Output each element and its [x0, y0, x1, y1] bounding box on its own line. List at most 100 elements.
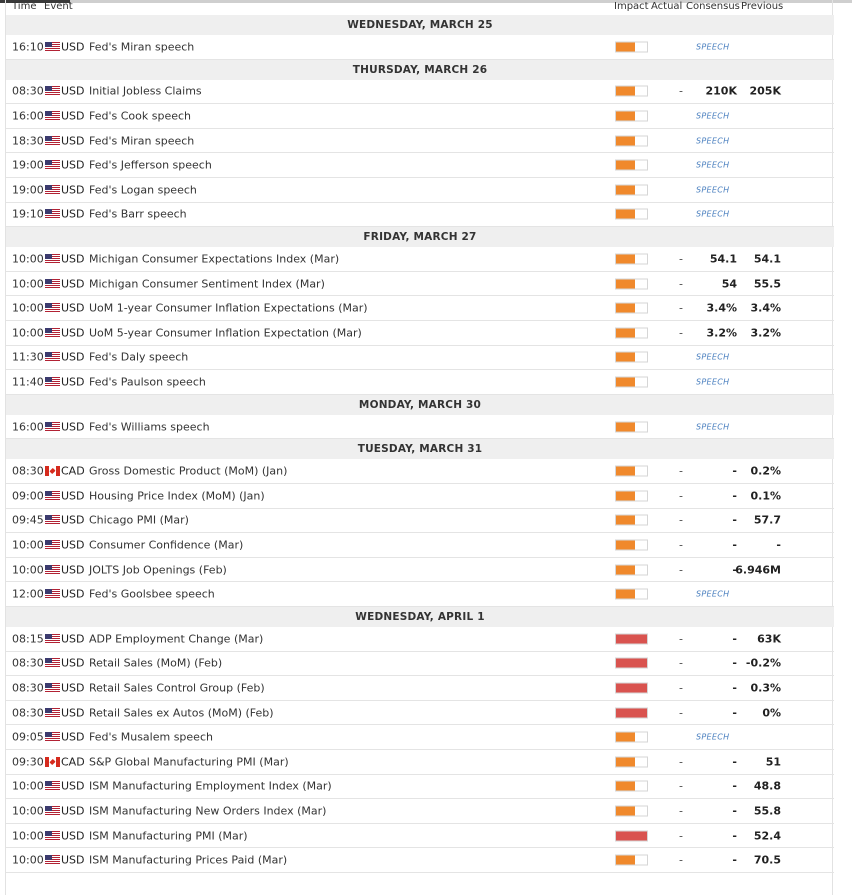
event-row[interactable]: 08:30 CAD Gross Domestic Product (MoM) (Ja… — [6, 459, 834, 484]
event-row[interactable]: 10:00 USD UoM 1-year Consumer Inflation Ex… — [6, 296, 834, 321]
event-name[interactable]: S&P Global Manufacturing PMI (Mar) — [89, 755, 289, 768]
event-name[interactable]: Michigan Consumer Sentiment Index (Mar) — [89, 277, 325, 290]
event-name[interactable]: Fed's Daly speech — [89, 351, 188, 364]
impact-bar-fill — [616, 279, 635, 289]
consensus-value: - — [732, 656, 737, 670]
event-name[interactable]: Fed's Williams speech — [89, 420, 210, 433]
day-header: MONDAY, MARCH 30 — [6, 394, 834, 415]
event-name[interactable]: Fed's Barr speech — [89, 208, 187, 221]
event-name[interactable]: Michigan Consumer Expectations Index (Ma… — [89, 252, 339, 265]
maple-leaf-icon — [49, 468, 56, 475]
event-row[interactable]: 09:45 USD Chicago PMI (Mar) - - 57.7 — [6, 509, 834, 534]
event-name[interactable]: Initial Jobless Claims — [89, 85, 202, 98]
event-name[interactable]: Fed's Miran speech — [89, 40, 194, 53]
header-event[interactable]: Event — [44, 1, 73, 12]
event-time: 10:00 — [12, 277, 44, 291]
event-row[interactable]: 18:30 USD Fed's Miran speech SPEECH — [6, 129, 834, 154]
event-row[interactable]: 08:30 USD Retail Sales Control Group (Feb)… — [6, 676, 834, 701]
consensus-value: 54.1 — [709, 252, 737, 266]
event-name[interactable]: Retail Sales ex Autos (MoM) (Feb) — [89, 706, 274, 719]
header-previous[interactable]: Previous — [741, 1, 783, 12]
impact-bar — [615, 184, 648, 196]
event-row[interactable]: 09:05 USD Fed's Musalem speech SPEECH — [6, 725, 834, 750]
event-row[interactable]: 19:00 USD Fed's Logan speech SPEECH — [6, 178, 834, 203]
currency-code: USD — [61, 513, 85, 527]
event-row[interactable]: 10:00 USD UoM 5-year Consumer Inflation Ex… — [6, 321, 834, 346]
event-row[interactable]: 10:00 USD ISM Manufacturing Employment Ind… — [6, 775, 834, 800]
header-impact[interactable]: Impact — [614, 1, 649, 12]
event-name[interactable]: UoM 1-year Consumer Inflation Expectatio… — [89, 302, 368, 315]
event-name[interactable]: Consumer Confidence (Mar) — [89, 538, 243, 551]
event-name[interactable]: Gross Domestic Product (MoM) (Jan) — [89, 465, 287, 478]
event-name[interactable]: Retail Sales (MoM) (Feb) — [89, 657, 222, 670]
event-name[interactable]: ISM Manufacturing Employment Index (Mar) — [89, 780, 332, 793]
event-row[interactable]: 10:00 USD Michigan Consumer Sentiment Inde… — [6, 272, 834, 297]
event-row[interactable]: 08:30 USD Retail Sales ex Autos (MoM) (Feb… — [6, 701, 834, 726]
header-consensus[interactable]: Consensus — [686, 1, 740, 12]
event-time: 09:30 — [12, 755, 44, 769]
event-row[interactable]: 10:00 USD ISM Manufacturing Prices Paid (M… — [6, 848, 834, 873]
speech-tag: SPEECH — [696, 209, 730, 219]
impact-bar-fill — [616, 303, 635, 313]
impact-bar — [615, 588, 648, 600]
event-name[interactable]: ISM Manufacturing New Orders Index (Mar) — [89, 804, 326, 817]
actual-value: - — [679, 632, 683, 646]
event-row[interactable]: 12:00 USD Fed's Goolsbee speech SPEECH — [6, 582, 834, 607]
impact-bar-fill — [616, 209, 635, 219]
currency-code: USD — [61, 207, 85, 221]
event-name[interactable]: Fed's Cook speech — [89, 109, 191, 122]
event-row[interactable]: 10:00 USD Michigan Consumer Expectations I… — [6, 247, 834, 272]
header-time[interactable]: Time — [12, 1, 36, 12]
event-row[interactable]: 09:30 CAD S&P Global Manufacturing PMI (Ma… — [6, 750, 834, 775]
event-row[interactable]: 16:00 USD Fed's Williams speech SPEECH — [6, 415, 834, 440]
actual-value: - — [679, 84, 683, 98]
event-row[interactable]: 16:10 USD Fed's Miran speech SPEECH — [6, 35, 834, 60]
us-flag-icon — [45, 303, 60, 314]
actual-value: - — [679, 706, 683, 720]
event-name[interactable]: Fed's Goolsbee speech — [89, 588, 215, 601]
event-row[interactable]: 09:00 USD Housing Price Index (MoM) (Jan) -… — [6, 484, 834, 509]
event-row[interactable]: 19:00 USD Fed's Jefferson speech SPEECH — [6, 153, 834, 178]
event-name[interactable]: Fed's Miran speech — [89, 134, 194, 147]
event-name[interactable]: Housing Price Index (MoM) (Jan) — [89, 489, 265, 502]
event-name[interactable]: Chicago PMI (Mar) — [89, 514, 189, 527]
previous-value: 6.946M — [735, 563, 781, 577]
impact-bar-fill — [616, 634, 647, 644]
event-row[interactable]: 11:30 USD Fed's Daly speech SPEECH — [6, 346, 834, 371]
event-name[interactable]: ISM Manufacturing Prices Paid (Mar) — [89, 854, 287, 867]
actual-value: - — [679, 656, 683, 670]
us-flag-icon — [45, 160, 60, 171]
event-time: 10:00 — [12, 804, 44, 818]
actual-value: - — [679, 326, 683, 340]
us-flag-icon — [45, 41, 60, 52]
event-row[interactable]: 08:30 USD Retail Sales (MoM) (Feb) - - -0.2% — [6, 652, 834, 677]
impact-bar-fill — [616, 185, 635, 195]
event-row[interactable]: 08:30 USD Initial Jobless Claims - 210K 205K — [6, 80, 834, 105]
us-flag-icon — [45, 732, 60, 743]
event-row[interactable]: 11:40 USD Fed's Paulson speech SPEECH — [6, 370, 834, 395]
event-name[interactable]: ADP Employment Change (Mar) — [89, 632, 263, 645]
event-name[interactable]: UoM 5-year Consumer Inflation Expectatio… — [89, 326, 362, 339]
event-name[interactable]: ISM Manufacturing PMI (Mar) — [89, 829, 248, 842]
consensus-value: 3.4% — [706, 301, 737, 315]
header-actual[interactable]: Actual — [651, 1, 682, 12]
event-row[interactable]: 08:15 USD ADP Employment Change (Mar) - - 63K — [6, 627, 834, 652]
us-flag-icon — [45, 110, 60, 121]
event-row[interactable]: 16:00 USD Fed's Cook speech SPEECH — [6, 104, 834, 129]
event-name[interactable]: Fed's Paulson speech — [89, 375, 206, 388]
event-row[interactable]: 19:10 USD Fed's Barr speech SPEECH — [6, 203, 834, 228]
currency-code: USD — [61, 183, 85, 197]
event-name[interactable]: JOLTS Job Openings (Feb) — [89, 563, 227, 576]
impact-bar-fill — [616, 422, 635, 432]
event-row[interactable]: 10:00 USD ISM Manufacturing New Orders Ind… — [6, 799, 834, 824]
event-row[interactable]: 10:00 USD Consumer Confidence (Mar) - - - — [6, 533, 834, 558]
event-name[interactable]: Retail Sales Control Group (Feb) — [89, 681, 265, 694]
event-row[interactable]: 10:00 USD JOLTS Job Openings (Feb) - -6.946M — [6, 558, 834, 583]
event-name[interactable]: Fed's Jefferson speech — [89, 159, 212, 172]
currency-code: USD — [61, 829, 85, 843]
currency-code: USD — [61, 40, 85, 54]
currency-code: USD — [61, 420, 85, 434]
event-name[interactable]: Fed's Musalem speech — [89, 731, 213, 744]
event-row[interactable]: 10:00 USD ISM Manufacturing PMI (Mar) - - 52.… — [6, 824, 834, 849]
event-name[interactable]: Fed's Logan speech — [89, 183, 197, 196]
